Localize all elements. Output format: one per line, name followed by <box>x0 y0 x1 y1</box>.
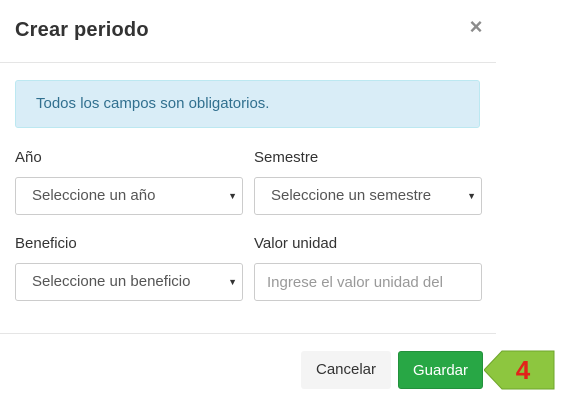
modal-header: Crear periodo × <box>0 0 496 63</box>
benefit-select-value: Seleccione un beneficio <box>32 273 191 290</box>
info-alert: Todos los campos son obligatorios. <box>15 80 480 128</box>
semester-select-value: Seleccione un semestre <box>271 187 432 204</box>
benefit-select[interactable]: Seleccione un beneficio ▼ <box>15 263 243 301</box>
semester-select[interactable]: Seleccione un semestre ▼ <box>254 177 482 215</box>
semester-label: Semestre <box>254 149 319 166</box>
close-icon[interactable]: × <box>467 16 485 38</box>
save-button[interactable]: Guardar <box>398 351 483 389</box>
year-select[interactable]: Seleccione un año ▼ <box>15 177 243 215</box>
caret-down-icon: ▼ <box>228 191 237 201</box>
unit-value-label: Valor unidad <box>254 235 338 252</box>
cancel-button[interactable]: Cancelar <box>301 351 391 389</box>
create-period-modal: Crear periodo × Todos los campos son obl… <box>0 0 496 416</box>
modal-title: Crear periodo <box>15 19 149 41</box>
step-number: 4 <box>515 355 531 385</box>
footer-divider <box>0 333 496 334</box>
year-select-value: Seleccione un año <box>32 187 156 204</box>
year-label: Año <box>15 149 42 166</box>
benefit-label: Beneficio <box>15 235 77 252</box>
caret-down-icon: ▼ <box>228 277 237 287</box>
caret-down-icon: ▼ <box>467 191 476 201</box>
unit-value-input[interactable] <box>254 263 482 301</box>
